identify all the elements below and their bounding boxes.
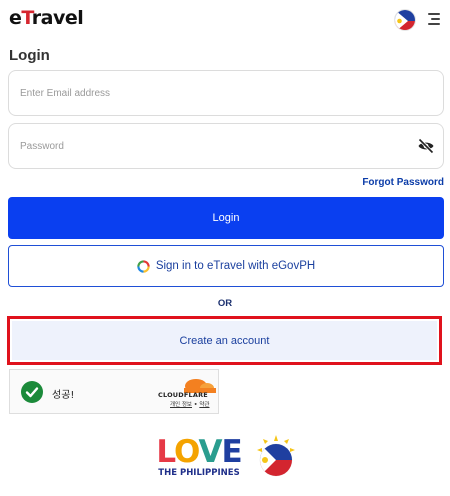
svg-text:LOVE: LOVE [156,435,241,470]
top-header: eTravel [0,0,450,40]
or-divider: OR [217,298,233,309]
password-field-container [8,123,444,169]
success-check-icon [21,381,43,403]
hamburger-menu-icon[interactable] [426,13,440,25]
email-input[interactable] [20,71,400,115]
create-account-button[interactable]: Create an account [12,321,437,360]
cloudflare-captcha-widget: 성공! CLOUDFLARE 개인 정보 • 약관 [9,369,219,414]
philippines-flag-icon[interactable] [394,9,416,31]
egovph-icon [137,259,150,273]
terms-link[interactable]: 약관 [199,402,209,408]
philippines-emblem-icon [257,435,295,477]
login-button[interactable]: Login [8,197,444,239]
captcha-status-text: 성공! [52,390,75,401]
password-input[interactable] [20,124,400,168]
create-account-label: Create an account [179,334,270,347]
love-the-philippines-logo: LOVE THE PHILIPPINES [156,435,242,478]
svg-text:THE PHILIPPINES: THE PHILIPPINES [158,468,239,478]
forgot-password-link[interactable]: Forgot Password [362,177,444,188]
egov-signin-label: Sign in to eTravel with eGovPH [155,260,316,272]
egov-signin-button[interactable]: Sign in to eTravel with eGovPH [8,245,444,287]
create-account-highlight: Create an account [7,316,442,365]
login-button-label: Login [212,212,240,224]
page-title: Login [9,47,50,64]
cloudflare-wordmark: CLOUDFLARE [158,391,208,399]
privacy-link[interactable]: 개인 정보 [170,402,192,408]
captcha-links: 개인 정보 • 약관 [170,402,210,408]
etravel-logo[interactable]: eTravel [9,7,84,29]
eye-off-icon[interactable] [417,137,435,155]
email-field-container [8,70,444,116]
